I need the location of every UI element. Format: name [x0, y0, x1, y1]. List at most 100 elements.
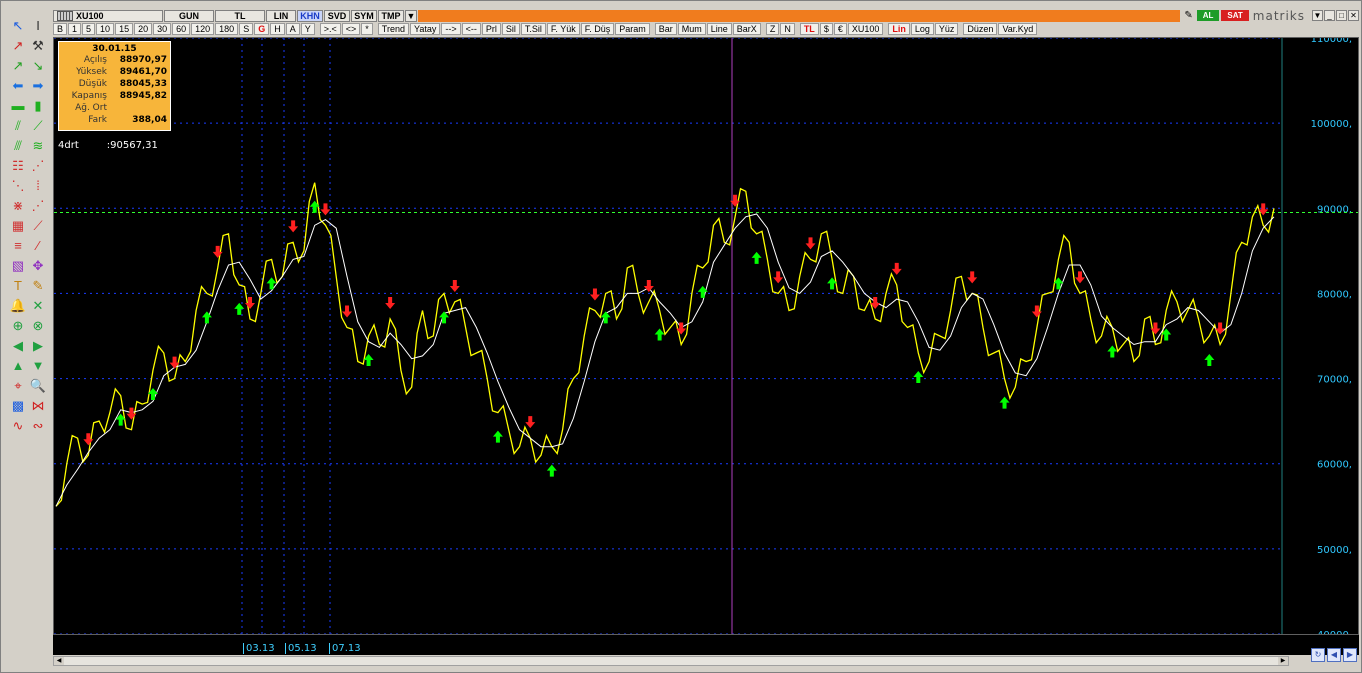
toolbar-button-nav[interactable]: >.< — [319, 22, 341, 35]
crosshair-icon[interactable]: ⌖ — [9, 377, 27, 395]
fan-icon[interactable]: ≋ — [29, 137, 47, 155]
refresh-icon[interactable]: ↻ — [1311, 648, 1325, 662]
toolbar-button-tools[interactable]: Prl — [481, 22, 501, 35]
toolbar-button-periods[interactable]: 180 — [215, 22, 239, 35]
layout-icon[interactable]: ▩ — [9, 397, 27, 415]
bell-icon[interactable]: 🔔 — [9, 297, 27, 315]
toolbar-button-periods[interactable]: 120 — [191, 22, 215, 35]
dropdown-icon[interactable]: ▼ — [1312, 10, 1323, 21]
toolbar-button-tools[interactable]: F. Yük — [546, 22, 580, 35]
toolbar-button-periods[interactable]: 10 — [96, 22, 115, 35]
note-icon[interactable]: ✎ — [29, 277, 47, 295]
buy-button[interactable]: AL — [1196, 10, 1220, 21]
toolbar-button-scale[interactable]: Log — [910, 22, 934, 35]
toolbar-button-periods[interactable]: 5 — [82, 22, 96, 35]
gann-fan-icon[interactable]: ⋰ — [29, 197, 47, 215]
fib-arc-icon[interactable]: ⋱ — [9, 177, 27, 195]
ray-icon[interactable]: ⟋ — [29, 117, 47, 135]
horizontal-line-icon[interactable]: ▬ — [9, 97, 27, 115]
fib-icon[interactable]: ☷ — [9, 157, 27, 175]
trendline-icon[interactable]: ↗ — [9, 37, 27, 55]
maximize-icon[interactable]: □ — [1336, 10, 1347, 21]
minimize-icon[interactable]: _ — [1324, 10, 1335, 21]
line-up-icon[interactable]: ↗ — [9, 57, 27, 75]
scroll-up-icon[interactable]: ▲ — [9, 357, 27, 375]
toolbar-button-periods[interactable]: Y — [300, 22, 315, 35]
tab-lin[interactable]: LIN — [266, 9, 296, 22]
toolbar-button-scale[interactable]: Lin — [888, 22, 910, 35]
toolbar-button-periods[interactable]: H — [270, 22, 285, 35]
tab-dropdown[interactable]: ▼ — [405, 9, 417, 22]
arrow-right-icon[interactable]: ➡ — [29, 77, 47, 95]
toolbar-button-tools[interactable]: Yatay — [409, 22, 441, 35]
scroll-left-icon[interactable]: ◀ — [9, 337, 27, 355]
tab-gun[interactable]: GUN — [164, 9, 214, 22]
toolbar-button-scale[interactable]: Yüz — [934, 22, 959, 35]
cursor-arrow-icon[interactable]: ↖ — [9, 17, 27, 35]
zoom-out-icon[interactable]: ⊗ — [29, 317, 47, 335]
compare-icon[interactable]: ⋈ — [29, 397, 47, 415]
hammer-icon[interactable]: ⚒ — [29, 37, 47, 55]
tab-svd[interactable]: SVD — [324, 9, 350, 22]
parallel-icon[interactable]: ⫻ — [9, 137, 27, 155]
toolbar-button-periods[interactable]: 30 — [153, 22, 172, 35]
toolbar-button-periods[interactable]: S — [239, 22, 254, 35]
scroll-right-icon[interactable]: ▶ — [1278, 657, 1288, 665]
toolbar-button-tools[interactable]: Trend — [377, 22, 409, 35]
toolbar-button-edit[interactable]: Düzen — [963, 22, 998, 35]
scroll-left-icon[interactable]: ◀ — [54, 657, 64, 665]
regression-icon[interactable]: ∕ — [29, 237, 47, 255]
toolbar-button-periods[interactable]: A — [285, 22, 300, 35]
gann-grid-icon[interactable]: ▦ — [9, 217, 27, 235]
symbol-field[interactable]: XU100 — [53, 9, 163, 22]
horizontal-scrollbar[interactable]: ◀ ▶ — [53, 656, 1289, 666]
text-cursor-icon[interactable]: I — [29, 17, 47, 35]
toolbar-button-zoom[interactable]: Z — [765, 22, 780, 35]
tab-khn[interactable]: KHN — [297, 9, 323, 22]
toolbar-button-chart-types[interactable]: BarX — [732, 22, 761, 35]
fib-fan-icon[interactable]: ⋰ — [29, 157, 47, 175]
price-chart[interactable]: 110000, 100000, 90000, 80000, 70000, 60000, 50… — [53, 34, 1359, 641]
toolbar-button-edit[interactable]: Var.Kyd — [998, 22, 1038, 35]
search-icon[interactable]: 🔍 — [29, 377, 47, 395]
pattern-icon[interactable]: ▧ — [9, 257, 27, 275]
tab-sym[interactable]: SYM — [351, 9, 377, 22]
toolbar-button-periods[interactable]: G — [254, 22, 270, 35]
arrow-left-icon[interactable]: ⬅ — [9, 77, 27, 95]
toolbar-button-tools[interactable]: T.Sil — [520, 22, 546, 35]
toolbar-button-nav[interactable]: * — [361, 22, 373, 35]
toolbar-button-currency[interactable]: TL — [799, 22, 819, 35]
channel-icon[interactable]: ⫽ — [9, 117, 27, 135]
gann-box-icon[interactable]: ⟋ — [29, 217, 47, 235]
scroll-down-icon[interactable]: ▼ — [29, 357, 47, 375]
toolbar-button-chart-types[interactable]: Bar — [654, 22, 677, 35]
edit-icon[interactable]: ✎ — [1184, 10, 1192, 21]
toolbar-button-tools[interactable]: Param — [615, 22, 650, 35]
close-icon[interactable]: ✕ — [1348, 10, 1359, 21]
signal-alt-icon[interactable]: ∾ — [29, 417, 47, 435]
toolbar-button-tools[interactable]: --> — [441, 22, 461, 35]
line-down-icon[interactable]: ↘ — [29, 57, 47, 75]
toolbar-button-currency[interactable]: $ — [819, 22, 833, 35]
toolbar-button-chart-types[interactable]: Line — [706, 22, 732, 35]
scroll-right-icon[interactable]: ▶ — [29, 337, 47, 355]
toolbar-button-tools[interactable]: Sil — [501, 22, 520, 35]
sell-button[interactable]: SAT — [1221, 10, 1249, 21]
fib-time-icon[interactable]: ⁞ — [29, 177, 47, 195]
vertical-line-icon[interactable]: ▮ — [29, 97, 47, 115]
speed-line-icon[interactable]: ≡ — [9, 237, 27, 255]
move-icon[interactable]: ✥ — [29, 257, 47, 275]
toolbar-button-periods[interactable]: 20 — [134, 22, 153, 35]
toolbar-button-periods[interactable]: 1 — [68, 22, 82, 35]
toolbar-button-nav[interactable]: <> — [341, 22, 361, 35]
signal-icon[interactable]: ∿ — [9, 417, 27, 435]
toolbar-button-zoom[interactable]: N — [780, 22, 795, 35]
arrow-left-icon[interactable]: ◀ — [1327, 648, 1341, 662]
zoom-in-icon[interactable]: ⊕ — [9, 317, 27, 335]
toolbar-button-periods[interactable]: B — [53, 22, 68, 35]
toolbar-button-periods[interactable]: 60 — [172, 22, 191, 35]
tab-tmp[interactable]: TMP — [378, 9, 404, 22]
toolbar-button-chart-types[interactable]: Mum — [677, 22, 706, 35]
text-icon[interactable]: T — [9, 277, 27, 295]
toolbar-button-tools[interactable]: <-- — [461, 22, 481, 35]
